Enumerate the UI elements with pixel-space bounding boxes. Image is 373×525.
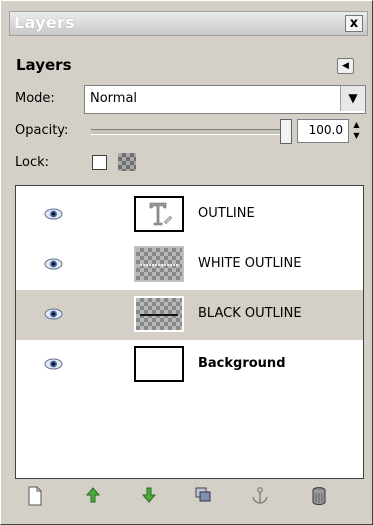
mode-value: Normal <box>90 91 138 106</box>
layer-thumbnail <box>134 246 184 282</box>
lock-label: Lock: <box>15 155 50 170</box>
eye-icon[interactable] <box>44 308 63 320</box>
opacity-slider-handle[interactable] <box>280 119 292 144</box>
title-bar[interactable]: Layers x <box>9 11 368 36</box>
layers-dialog: Layers x Layers ◀ Mode: Normal ▼ Opacity… <box>0 0 373 525</box>
layer-thumbnail <box>134 346 184 382</box>
layer-row[interactable]: Background <box>16 340 363 390</box>
eye-icon[interactable] <box>44 258 63 270</box>
layer-row-selected[interactable]: BLACK OUTLINE <box>16 290 363 340</box>
eye-icon[interactable] <box>44 208 63 220</box>
lower-layer-icon[interactable] <box>138 486 160 508</box>
layer-thumbnail <box>134 296 184 332</box>
layer-row[interactable]: WHITE OUTLINE <box>16 240 363 290</box>
lock-alpha-icon <box>118 153 136 171</box>
panel-menu-button[interactable]: ◀ <box>337 58 354 74</box>
layer-name[interactable]: Background <box>198 356 286 371</box>
lock-alpha-checkbox[interactable] <box>92 155 107 170</box>
layers-list: OUTLINE WHITE OUTLINE BLACK OUTLINE Back… <box>15 185 364 479</box>
raise-layer-icon[interactable] <box>82 486 104 508</box>
panel-heading: Layers <box>16 56 72 74</box>
opacity-value: 100.0 <box>308 123 343 137</box>
layer-name[interactable]: OUTLINE <box>198 206 255 221</box>
chevron-down-icon[interactable]: ▼ <box>340 86 365 111</box>
eye-icon[interactable] <box>44 358 63 370</box>
anchor-layer-icon[interactable] <box>249 486 271 508</box>
opacity-label: Opacity: <box>15 123 69 138</box>
layer-name[interactable]: WHITE OUTLINE <box>198 256 301 271</box>
layer-name[interactable]: BLACK OUTLINE <box>198 306 302 321</box>
duplicate-layer-icon[interactable] <box>192 486 214 508</box>
opacity-spin-arrows[interactable]: ▲ ▼ <box>351 119 362 143</box>
mode-label: Mode: <box>15 91 55 106</box>
opacity-slider-track[interactable] <box>91 129 283 135</box>
layers-toolbar <box>15 483 362 513</box>
opacity-spin-input[interactable]: 100.0 <box>297 119 349 143</box>
text-layer-icon <box>134 196 184 232</box>
layer-row[interactable]: OUTLINE <box>16 190 363 240</box>
close-button[interactable]: x <box>345 15 363 32</box>
new-layer-icon[interactable] <box>24 486 46 508</box>
delete-layer-icon[interactable] <box>308 486 330 508</box>
mode-select[interactable]: Normal ▼ <box>84 85 366 114</box>
window-title: Layers <box>14 13 75 32</box>
